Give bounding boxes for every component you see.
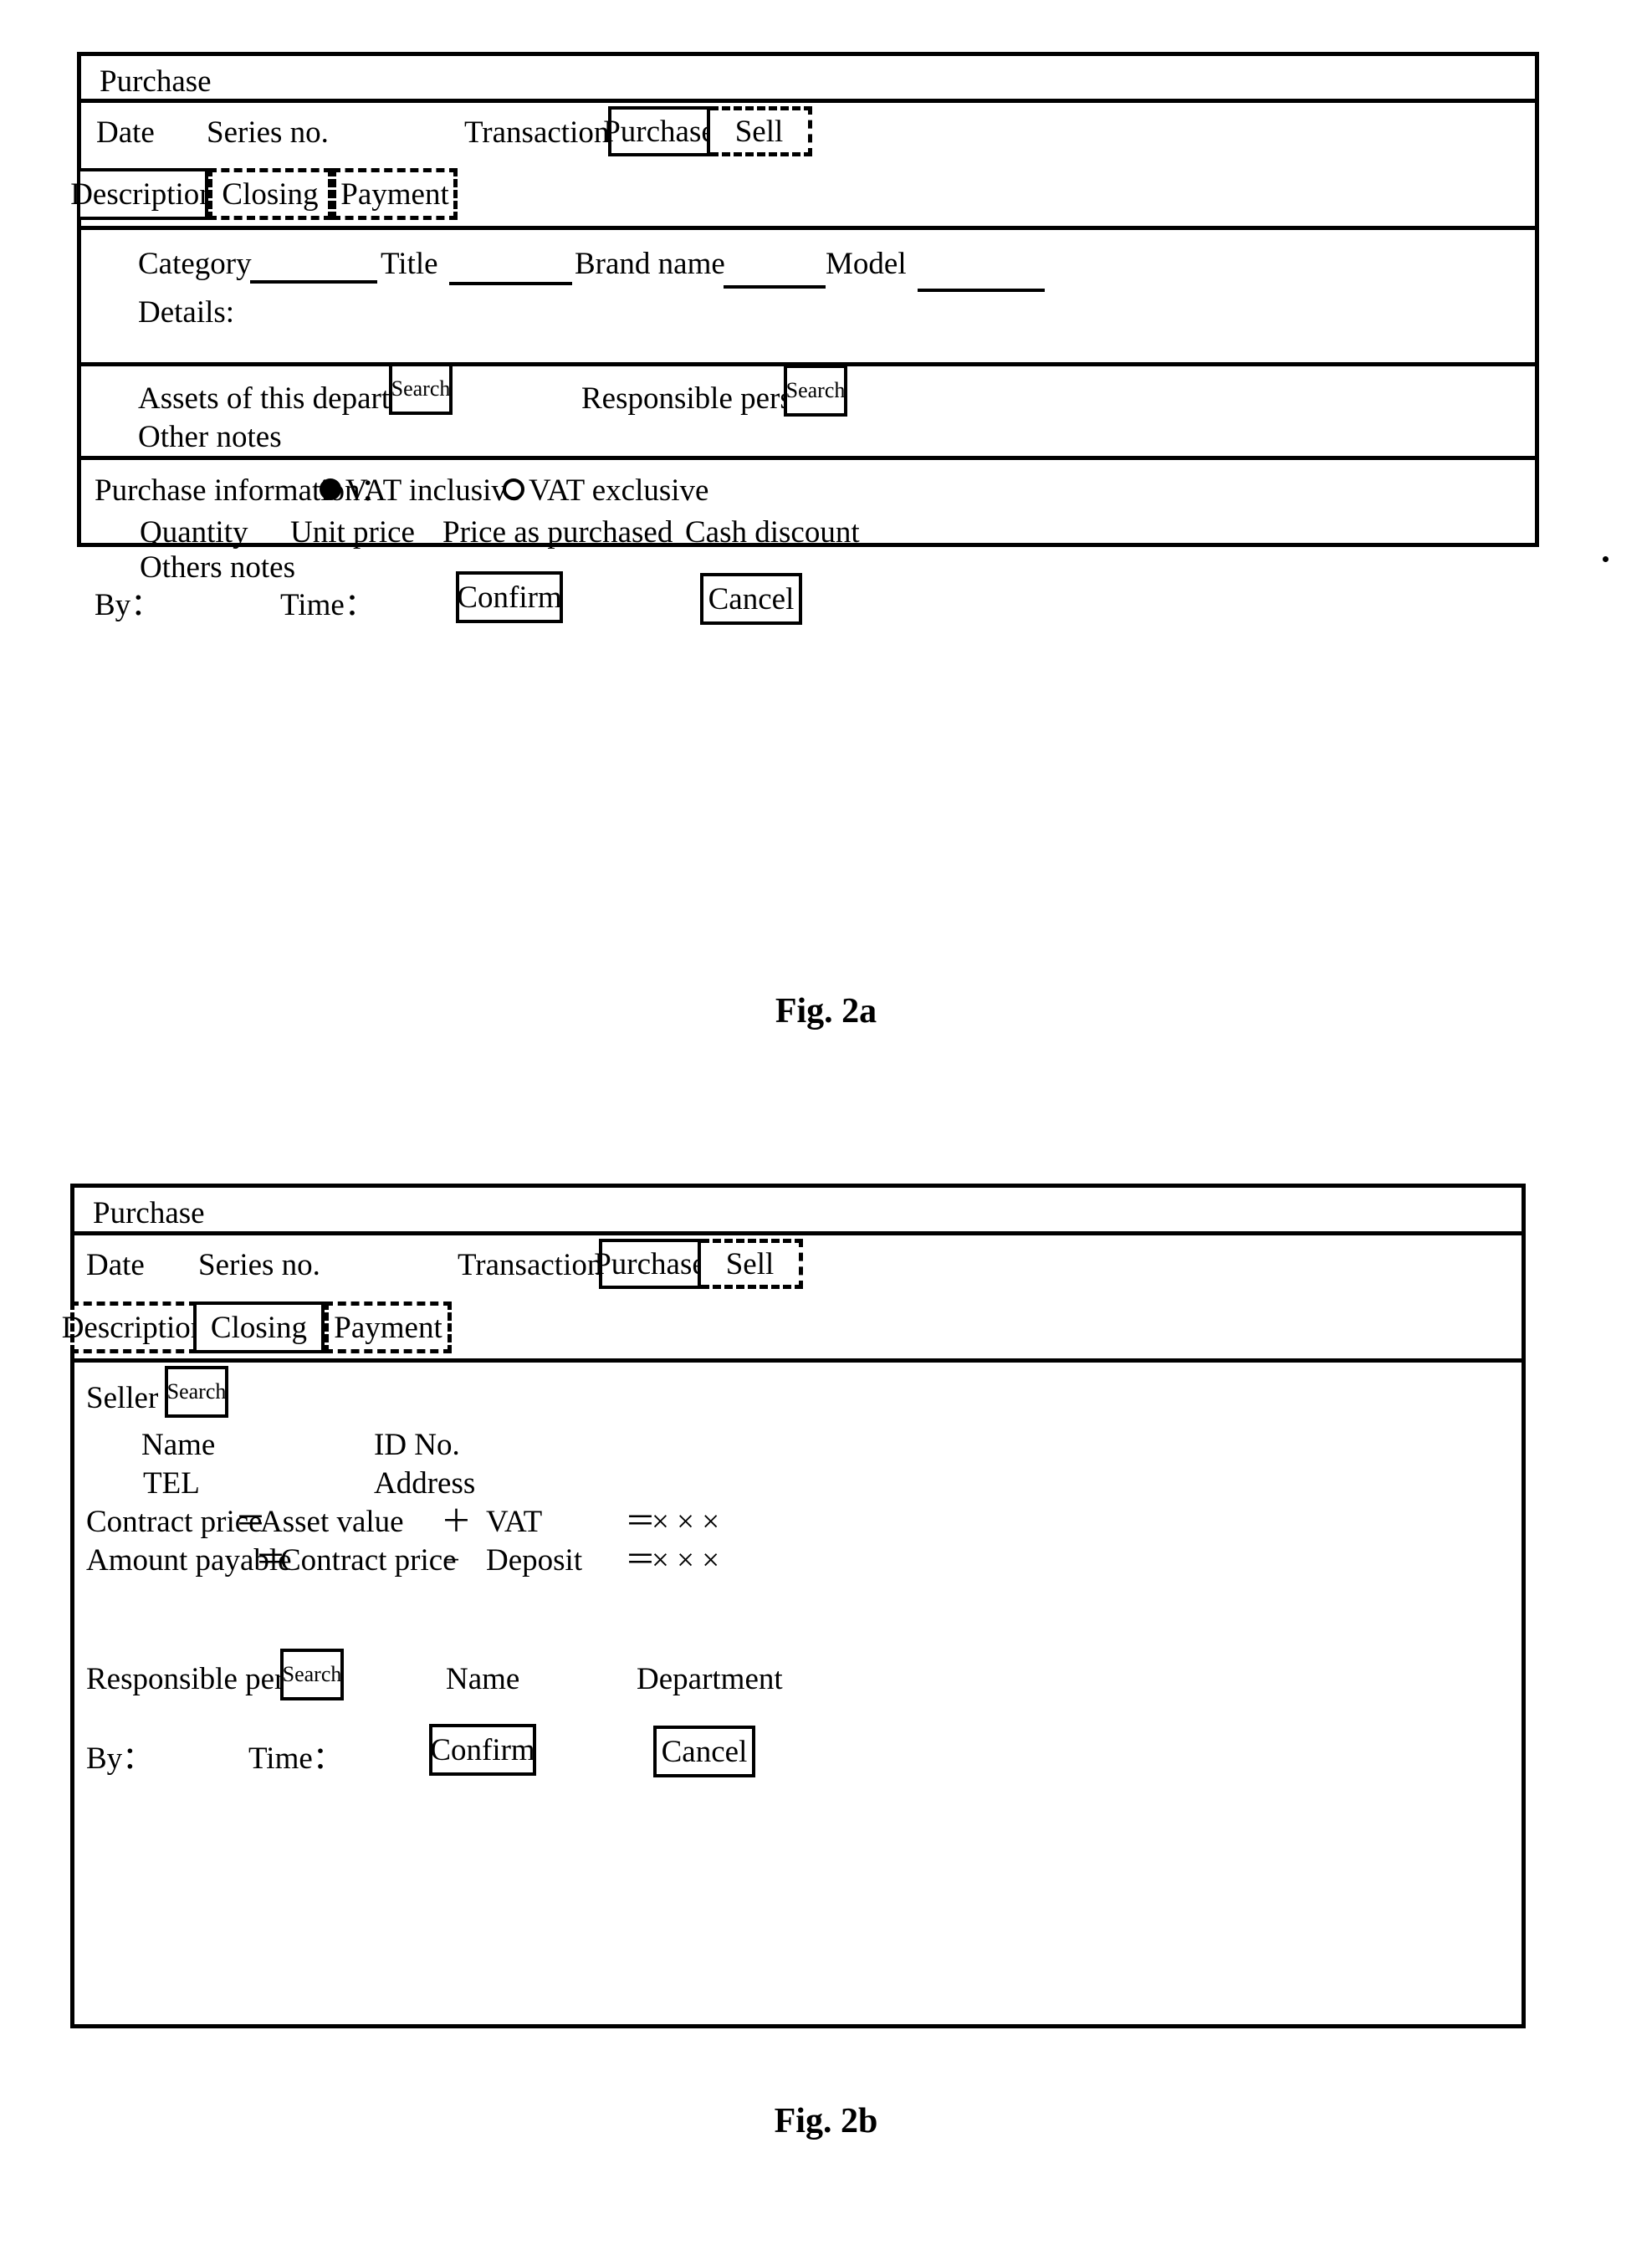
category-label: Category [138,247,252,281]
transaction-option-sell-label: Sell [725,1246,775,1281]
tab-description-label: Description [70,176,215,212]
purchase-form-fig2b: Purchase Date Series no. Transaction： Pu… [62,1184,1526,2028]
model-label: Model [826,247,907,281]
other-notes-label: Other notes [138,420,282,454]
transaction-option-sell[interactable]: Sell [710,106,812,156]
vat-inclusive-label: VAT inclusive [345,473,521,508]
amount-payable-operator: − [442,1543,460,1578]
responsible-person-search-button[interactable]: Search [784,365,847,417]
assets-band: Assets of this department Search Respons… [81,363,1535,460]
responsible-person-name-label: Name [446,1662,520,1696]
tab-payment-label: Payment [340,176,449,212]
category-input[interactable] [250,280,377,284]
unit-price-label: Unit price [290,515,415,550]
assets-search-button[interactable]: Search [389,363,453,415]
details-input[interactable] [138,329,1460,362]
time-label: Time： [248,1741,344,1776]
tab-closing[interactable]: Closing [193,1301,325,1353]
vat-exclusive-radio[interactable] [503,478,524,500]
transaction-option-purchase[interactable]: Purchase [603,106,715,156]
by-label: By： [95,588,162,622]
transaction-option-purchase[interactable]: Purchase [594,1239,706,1289]
cancel-button-label: Cancel [661,1734,748,1769]
amount-payable-total-value: × × × [652,1543,720,1578]
tab-closing-label: Closing [222,176,319,212]
seller-name-label: Name [141,1428,216,1462]
seller-search-button-label: Search [166,1379,227,1404]
seller-search-button[interactable]: Search [165,1366,228,1418]
quantity-label: Quantity [140,515,248,550]
transaction-option-sell[interactable]: Sell [701,1239,803,1289]
transaction-option-purchase-label: Purchase [603,114,715,149]
series-no-label: Series no. [198,1248,320,1282]
others-notes-label: Others notes [140,550,295,585]
amount-payable-operand-b: Deposit [486,1543,583,1578]
contract-price-total-value: × × × [652,1505,720,1539]
description-tab-panel: Category Title Brand name Model Details: [81,230,1535,366]
header-band: Date Series no. Transaction： Purchase Se… [70,103,1535,230]
confirm-button[interactable]: Confirm [429,1724,536,1776]
header-band: Date Series no. Transaction： Purchase Se… [62,1235,1522,1363]
transaction-option-purchase-label: Purchase [594,1246,706,1281]
tab-description[interactable]: Description [62,1301,206,1353]
seller-address-label: Address [374,1466,476,1501]
confirm-button-label: Confirm [457,580,562,615]
price-as-purchased-label: Price as purchased [442,515,673,550]
assets-search-button-label: Search [391,376,451,401]
purchase-form-fig2a: Purchase Date Series no. Transaction： Pu… [70,52,1539,625]
series-no-label: Series no. [207,115,329,150]
contract-price-operand-b: VAT [486,1505,543,1539]
model-input[interactable] [918,289,1045,292]
contract-price-operand-a: Asset value [260,1505,404,1539]
tab-payment[interactable]: Payment [332,168,458,220]
contract-price-operator: ＋ [441,1505,472,1539]
cash-discount-label: Cash discount [685,515,860,550]
date-label: Date [86,1248,145,1282]
title-input[interactable] [449,282,572,285]
confirm-button-label: Confirm [430,1732,535,1767]
scan-artifact-speck [1603,556,1609,562]
seller-label: Seller [86,1381,159,1415]
tab-description[interactable]: Description [70,168,215,220]
transaction-option-sell-label: Sell [734,114,784,149]
tab-description-label: Description [61,1310,207,1345]
window-title-band: Purchase [74,1188,1522,1235]
responsible-person-department-label: Department [637,1662,783,1696]
page-title: Purchase [100,64,212,99]
confirm-button[interactable]: Confirm [456,571,563,623]
tab-closing[interactable]: Closing [208,168,332,220]
responsible-person-search-button[interactable]: Search [280,1649,344,1700]
cancel-button[interactable]: Cancel [700,573,802,625]
vat-inclusive-radio[interactable] [320,478,341,500]
brand-name-input[interactable] [724,285,826,289]
time-label: Time： [280,588,376,622]
tab-payment-label: Payment [334,1310,442,1345]
vat-exclusive-label: VAT exclusive [529,473,709,508]
responsible-person-search-button-label: Search [282,1662,342,1686]
responsible-person-search-button-label: Search [785,378,846,402]
figure-caption-2a: Fig. 2a [775,992,877,1030]
cancel-button[interactable]: Cancel [653,1726,755,1777]
details-label: Details: [138,295,235,330]
cancel-button-label: Cancel [708,581,795,616]
window-title-band: Purchase [81,56,1535,103]
figure-caption-2b: Fig. 2b [774,2102,878,2140]
seller-tel-label: TEL [143,1466,200,1501]
amount-payable-operand-a: Contract price [280,1543,457,1578]
date-label: Date [96,115,155,150]
page-title: Purchase [93,1196,205,1230]
seller-id-no-label: ID No. [374,1428,460,1462]
brand-name-label: Brand name [575,247,725,281]
tab-payment[interactable]: Payment [325,1301,452,1353]
title-label: Title [381,247,438,281]
by-label: By： [86,1741,154,1776]
tab-closing-label: Closing [210,1310,308,1345]
